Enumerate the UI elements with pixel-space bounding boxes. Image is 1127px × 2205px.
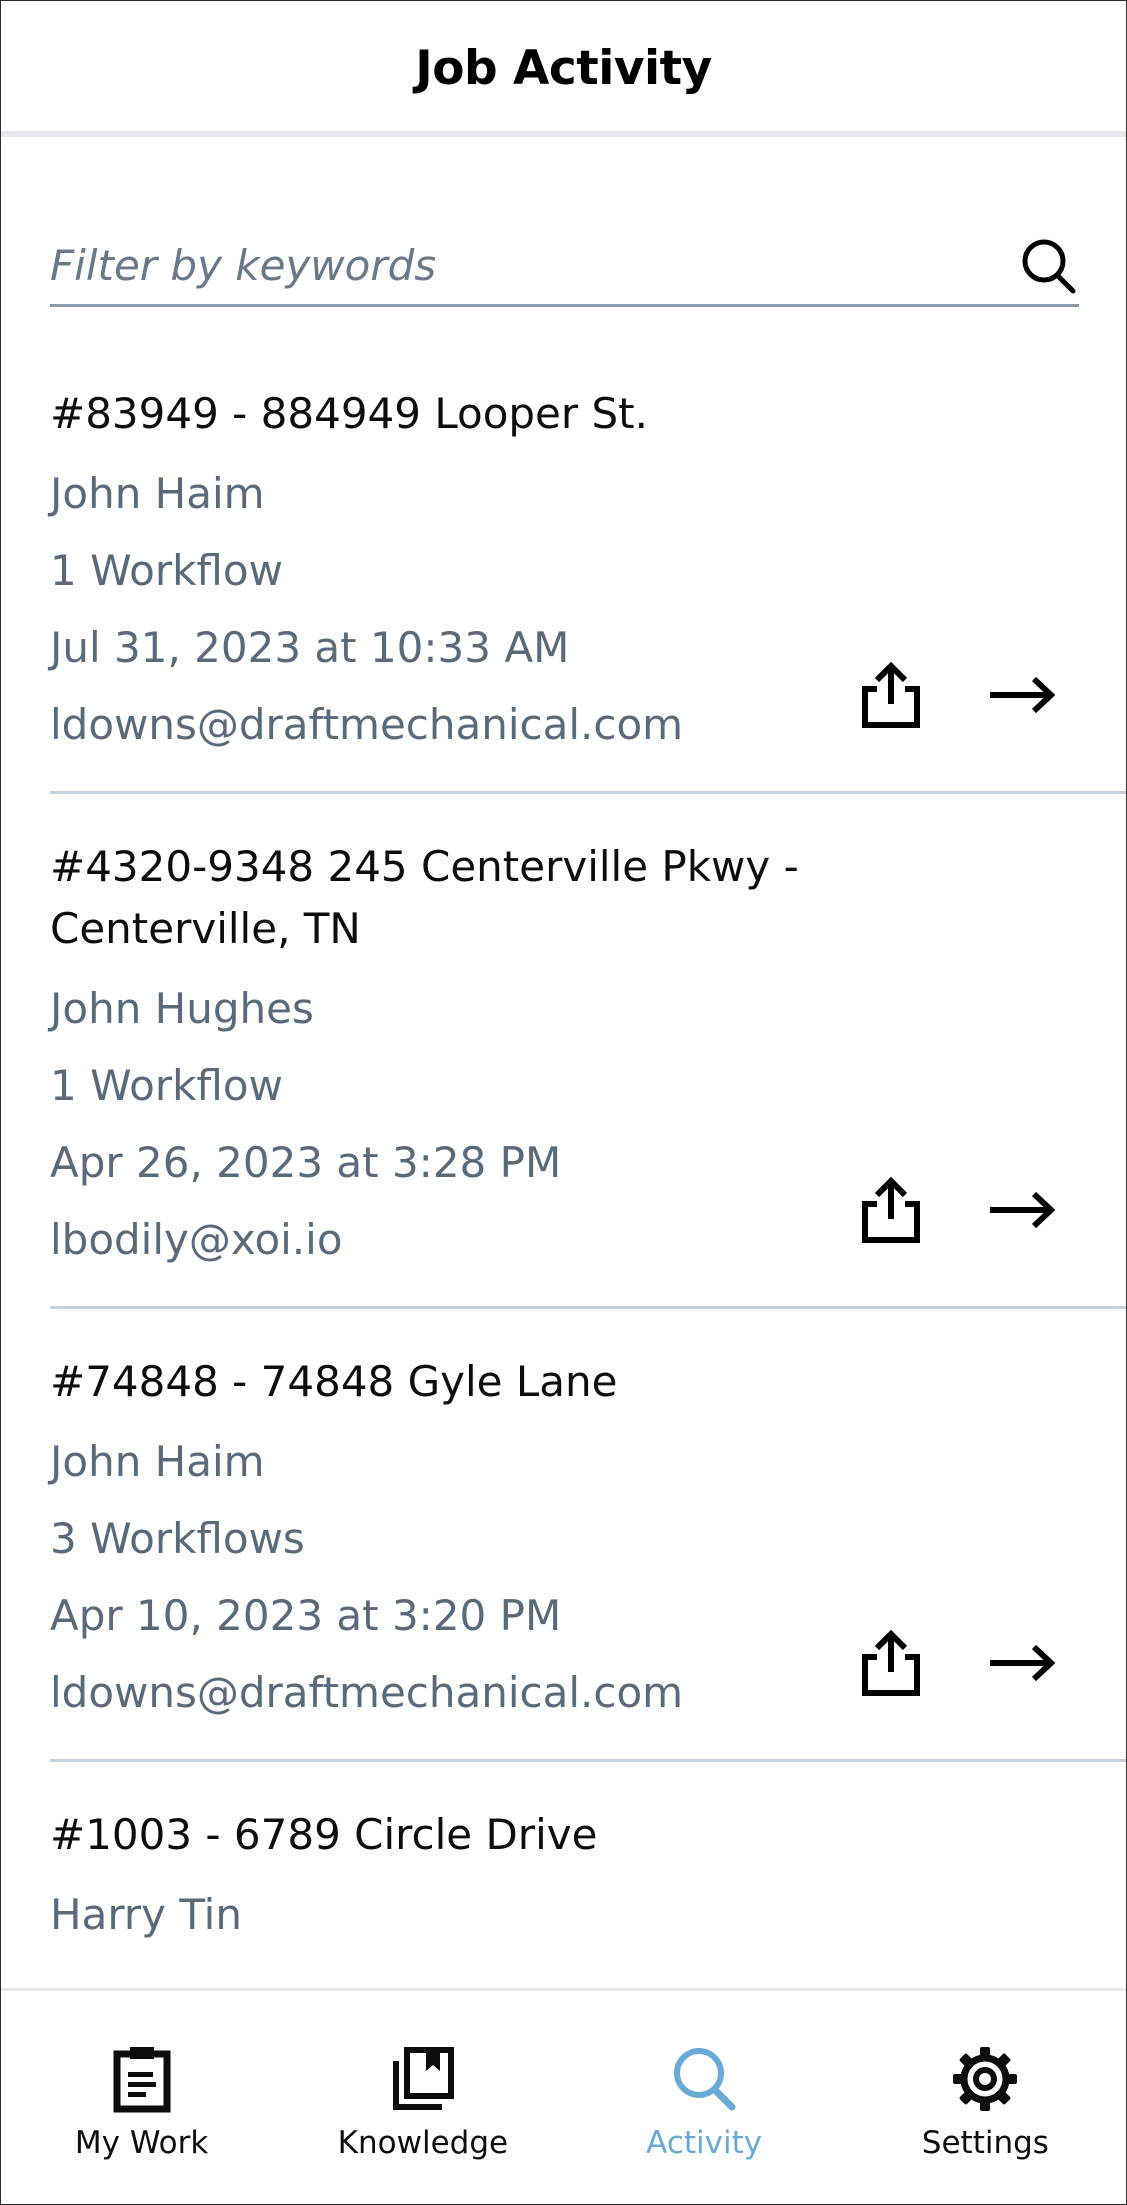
bottom-nav: My Work Knowledge Activity Settings [1,1988,1126,2204]
nav-item-settings[interactable]: Settings [845,1991,1126,2204]
search-icon[interactable] [1019,237,1079,297]
job-list-item[interactable]: #4320-9348 245 Centerville Pkwy - Center… [50,794,1126,1309]
job-workflow-count: 1 Workflow [50,1061,283,1110]
job-list: #83949 - 884949 Looper St. John Haim 1 W… [1,341,1126,1981]
nav-label: Knowledge [337,2125,509,2161]
page-title: Job Activity [415,40,712,96]
job-list-item[interactable]: #83949 - 884949 Looper St. John Haim 1 W… [50,341,1126,794]
job-list-item[interactable]: #74848 - 74848 Gyle Lane John Haim 3 Wor… [50,1309,1126,1762]
job-workflow-count: 3 Workflows [50,1514,305,1563]
job-actions [860,1176,1056,1244]
job-technician: Harry Tin [50,1890,242,1939]
share-icon[interactable] [860,1629,922,1697]
search-input[interactable] [50,229,970,301]
nav-label: Activity [646,2125,763,2161]
nav-item-my-work[interactable]: My Work [1,1991,282,2204]
share-icon[interactable] [860,661,922,729]
search-icon [674,2048,736,2111]
job-technician: John Haim [50,469,265,518]
job-workflow-count: 1 Workflow [50,546,283,595]
job-technician: John Haim [50,1437,265,1486]
job-actions [860,1629,1056,1697]
app-screen: Job Activity #83949 - 884949 Looper St. … [0,0,1127,2205]
clipboard-icon [113,2047,171,2113]
arrow-right-icon[interactable] [988,1190,1056,1230]
search-bar [50,229,1079,307]
arrow-right-icon[interactable] [988,675,1056,715]
library-icon [392,2047,454,2110]
gear-icon [953,2047,1018,2111]
job-title: #4320-9348 245 Centerville Pkwy - Center… [50,842,799,953]
app-header: Job Activity [1,1,1126,137]
job-actions [860,661,1056,729]
job-title: #83949 - 884949 Looper St. [50,389,648,438]
arrow-right-icon[interactable] [988,1643,1056,1683]
job-technician: John Hughes [50,984,314,1033]
share-icon[interactable] [860,1176,922,1244]
nav-label: Settings [921,2125,1049,2161]
nav-label: My Work [74,2125,209,2161]
job-title: #74848 - 74848 Gyle Lane [50,1357,618,1406]
nav-item-activity[interactable]: Activity [564,1991,845,2204]
job-list-item[interactable]: #1003 - 6789 Circle Drive Harry Tin [50,1762,1126,1981]
job-title: #1003 - 6789 Circle Drive [50,1810,598,1859]
nav-item-knowledge[interactable]: Knowledge [282,1991,563,2204]
